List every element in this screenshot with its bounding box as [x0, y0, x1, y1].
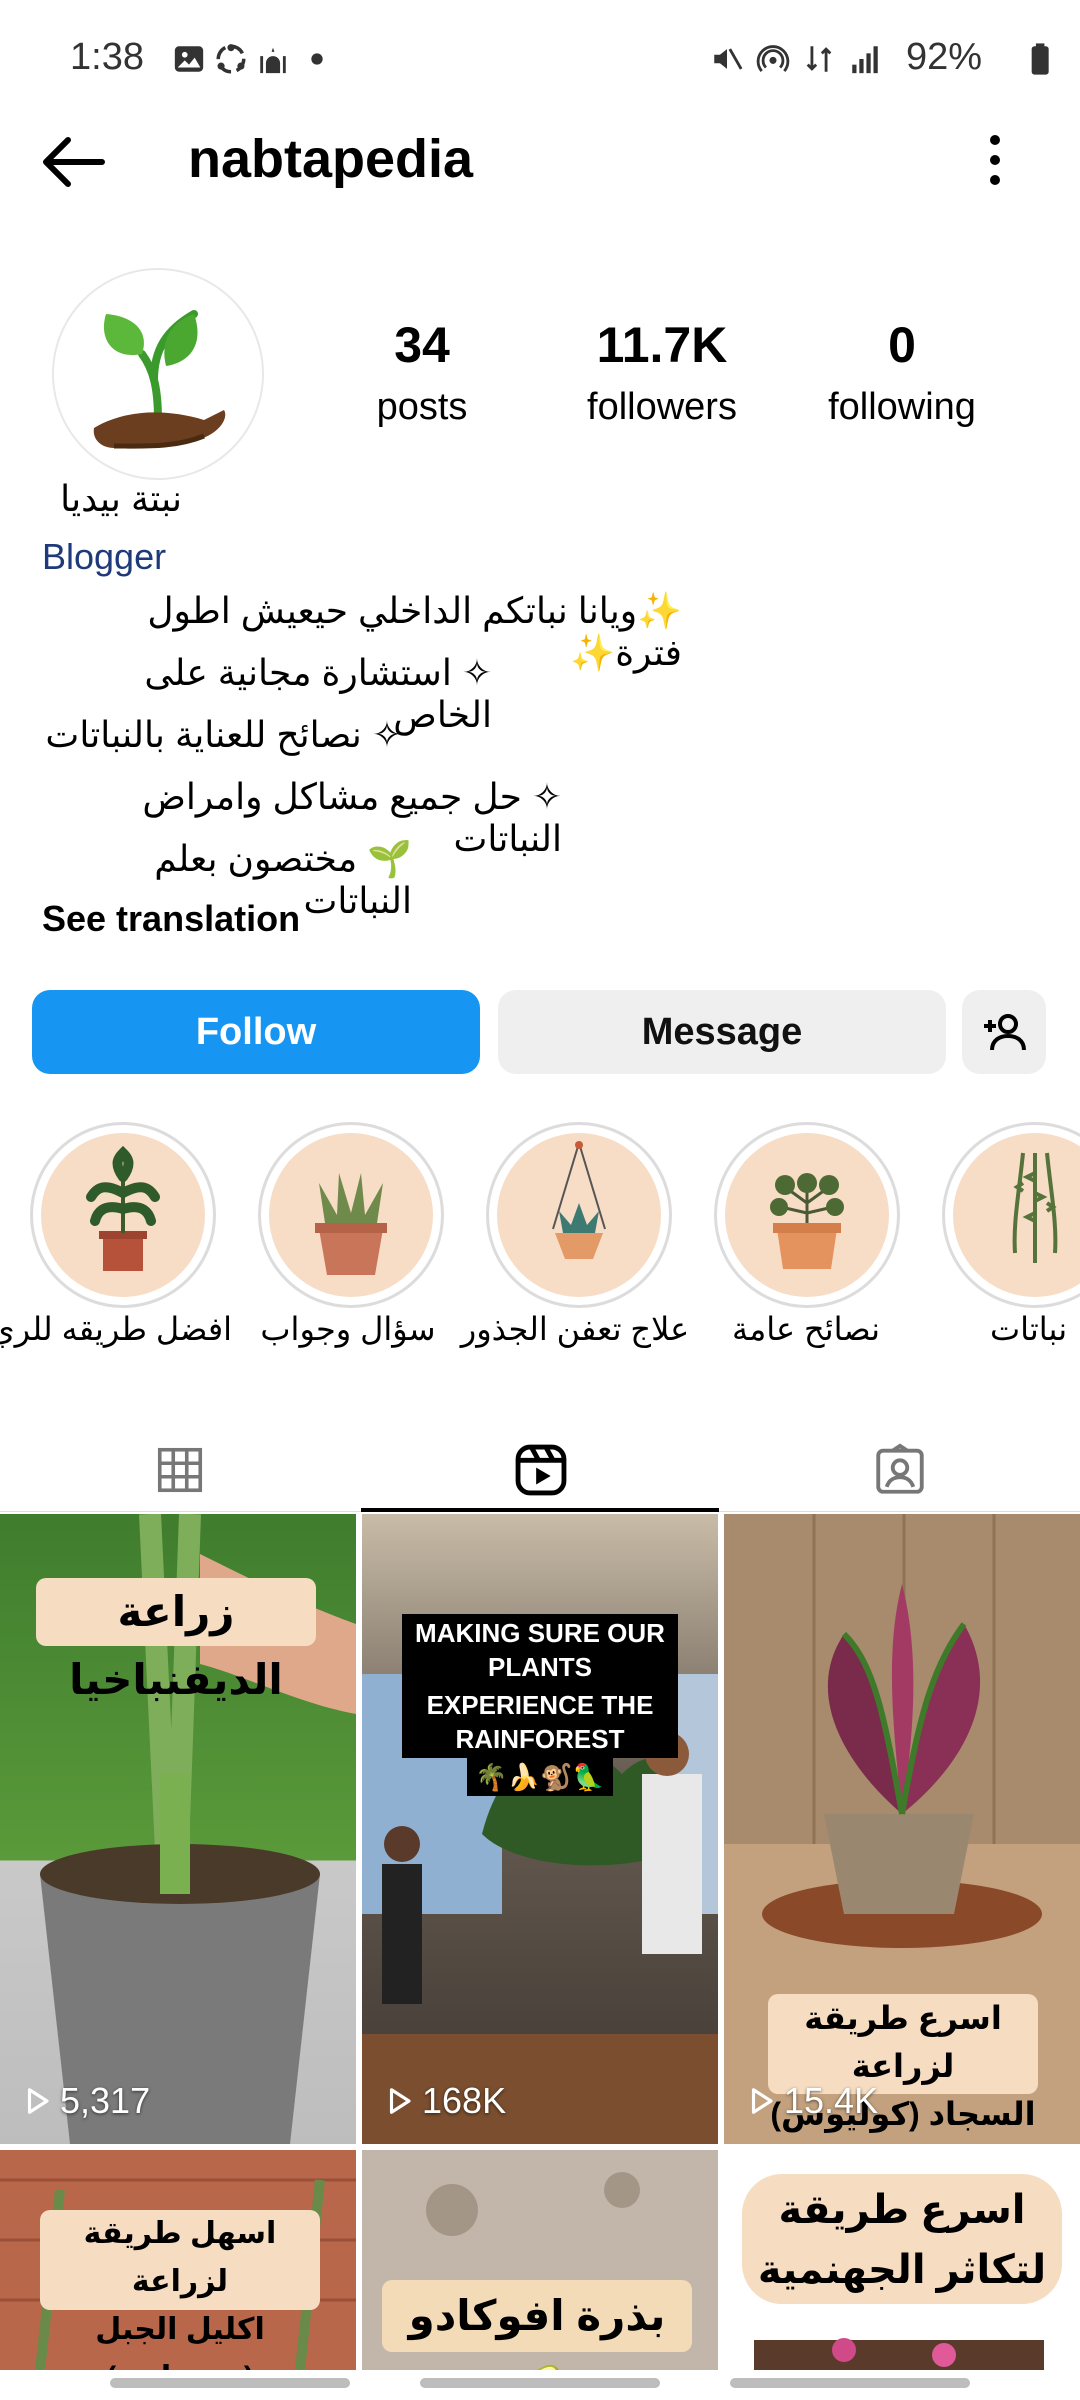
reel-caption-overlay: MAKING SURE OUR PLANTS EXPERIENCE THE RA…	[402, 1614, 678, 1796]
reel-caption: اسهل طريقة لزراعة اكليل الجبل (روزماري)	[40, 2210, 320, 2370]
followers-label: followers	[587, 386, 737, 428]
gallery-icon	[174, 46, 204, 72]
add-user-icon	[984, 1014, 1026, 1051]
mosque-icon	[260, 47, 286, 74]
highlight-label: نباتات	[990, 1311, 1068, 1347]
reel-caption: بذرة افوكادو 🥑	[382, 2280, 692, 2370]
tab-tagged[interactable]	[720, 1420, 1079, 1520]
following-stat[interactable]: 0 following	[802, 316, 1002, 429]
reel-caption-text: بذرة افوكادو	[408, 2292, 666, 2339]
highlight-plants[interactable]	[942, 1122, 1080, 1308]
reel-thumbnail	[362, 1674, 718, 2144]
posts-stat[interactable]: 34 posts	[322, 316, 522, 429]
pilea-pot-icon	[770, 1173, 844, 1269]
reel-caption-line: لتكاثر الجهنمية	[757, 2248, 1047, 2292]
highlight-watering[interactable]	[30, 1122, 216, 1308]
kebab-menu-icon[interactable]	[980, 130, 1010, 190]
nav-back-indicator	[730, 2378, 970, 2388]
highlight-label: نصائح عامة	[732, 1311, 880, 1347]
following-count: 0	[888, 317, 916, 373]
following-label: following	[828, 386, 976, 428]
trailing-plant-icon	[1012, 1152, 1058, 1263]
hotspot-icon	[756, 45, 790, 72]
reel-caption-line: MAKING SURE OUR PLANTS	[402, 1614, 678, 1686]
see-translation-link[interactable]: See translation	[42, 898, 722, 940]
reel-caption-line: اسرع طريقة لزراعة	[804, 2000, 1002, 2084]
signal-icon	[852, 46, 878, 74]
play-icon	[389, 2088, 411, 2114]
mute-icon	[714, 48, 743, 70]
reel-tile[interactable]: اسهل طريقة لزراعة اكليل الجبل (روزماري)	[0, 2150, 356, 2370]
status-time: 1:38	[70, 36, 144, 78]
back-arrow-icon[interactable]	[38, 132, 108, 192]
highlight-label: سؤال وجواب	[260, 1311, 436, 1347]
view-count-value: 15.4K	[784, 2080, 879, 2121]
reel-caption-line: اكليل الجبل (روزماري)	[95, 2313, 265, 2370]
reel-caption: زراعة الديفنباخيا	[36, 1578, 316, 1703]
play-icon	[27, 2088, 49, 2114]
posts-label: posts	[376, 386, 468, 428]
hanging-plant-icon	[552, 1141, 606, 1259]
tab-grid[interactable]	[0, 1420, 359, 1520]
reel-caption-emoji: 🌴🍌🐒🦜	[467, 1758, 613, 1796]
tab-reels[interactable]	[361, 1420, 720, 1520]
message-button[interactable]: Message	[498, 990, 946, 1074]
follow-button[interactable]: Follow	[32, 990, 480, 1074]
sync-icon	[216, 44, 246, 74]
reel-caption-line: EXPERIENCE THE RAINFOREST	[402, 1686, 678, 1758]
highlight-label: علاج تعفن الجذور	[460, 1311, 690, 1347]
reel-caption: اسرع طريقة لزراعة السجاد (كوليوس)	[768, 1994, 1038, 2132]
suggest-user-button[interactable]	[962, 990, 1046, 1074]
reel-tile[interactable]: MAKING SURE OUR PLANTS EXPERIENCE THE RA…	[362, 1514, 718, 2144]
active-tab-indicator	[361, 1508, 719, 1512]
reel-tile[interactable]: زراعة الديفنباخيا 5,317	[0, 1514, 356, 2144]
potted-plant-icon	[86, 1145, 160, 1271]
reels-icon	[515, 1444, 566, 1496]
followers-count: 11.7K	[596, 317, 728, 373]
view-count: 168K	[384, 2080, 506, 2122]
profile-username: nabtapedia	[188, 129, 474, 189]
bio-line: ✧ نصائح للعناية بالنباتات	[45, 714, 402, 755]
view-count: 5,317	[22, 2080, 150, 2122]
battery-percent: 92%	[906, 36, 983, 78]
battery-icon	[1031, 43, 1049, 75]
reel-tile[interactable]: اسرع طريقة لزراعة السجاد (كوليوس) 15.4K	[724, 1514, 1080, 2144]
view-count-value: 168K	[422, 2080, 507, 2121]
highlight-general-tips[interactable]	[714, 1122, 900, 1308]
highlight-label: افضل طريقه للري	[0, 1311, 232, 1347]
succulent-pot-icon	[315, 1173, 387, 1275]
nav-recents-indicator	[110, 2378, 350, 2388]
reel-tile[interactable]: بذرة افوكادو 🥑	[362, 2150, 718, 2370]
reel-caption-line: اسهل طريقة لزراعة	[83, 2217, 277, 2298]
profile-display-name: نبتة بيديا	[60, 478, 182, 519]
data-icon	[806, 46, 832, 72]
view-count: 15.4K	[746, 2080, 878, 2122]
plant-hand-logo-icon	[93, 310, 226, 449]
tagged-icon	[875, 1443, 924, 1494]
grid-icon	[157, 1447, 202, 1493]
reel-caption-line: اسرع طريقة	[778, 2188, 1026, 2232]
profile-category: Blogger	[42, 536, 167, 577]
nav-home-indicator[interactable]	[420, 2378, 660, 2388]
followers-stat[interactable]: 11.7K followers	[562, 316, 762, 429]
play-icon	[751, 2088, 773, 2114]
avatar[interactable]	[52, 268, 264, 480]
view-count-value: 5,317	[60, 2080, 151, 2121]
status-bar: 1:38 92%	[0, 0, 1080, 120]
dot-icon	[311, 53, 323, 65]
reel-tile[interactable]: اسرع طريقة لتكاثر الجهنمية	[724, 2150, 1080, 2370]
highlight-qa[interactable]	[258, 1122, 444, 1308]
posts-count: 34	[394, 317, 450, 373]
highlight-root-rot[interactable]	[486, 1122, 672, 1308]
reel-caption: اسرع طريقة لتكاثر الجهنمية	[742, 2174, 1062, 2304]
